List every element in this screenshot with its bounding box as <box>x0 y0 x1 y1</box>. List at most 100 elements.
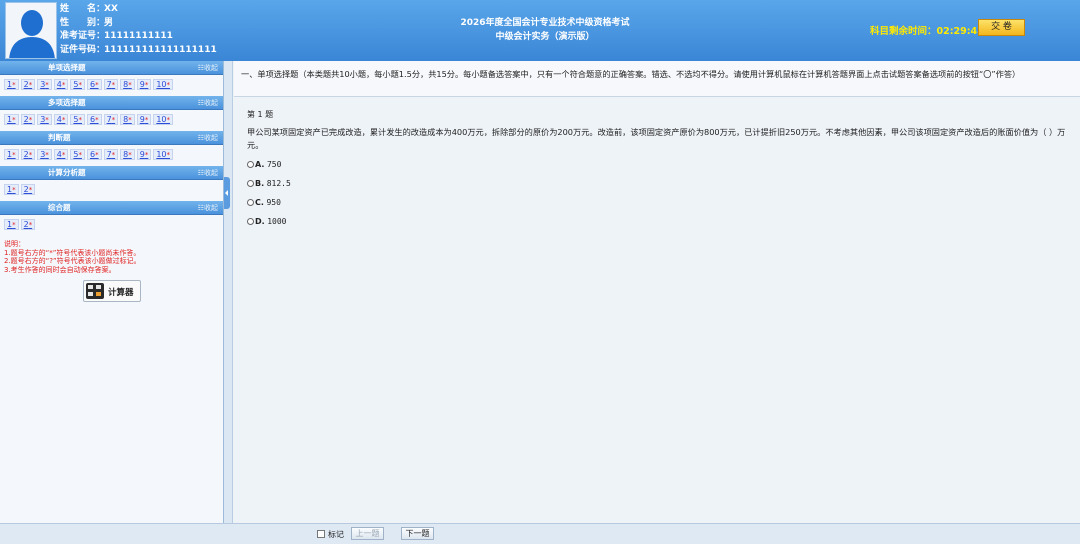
exam-title: 2026年度全国会计专业技术中级资格考试 中级会计实务（演示版） <box>380 16 710 44</box>
question-link[interactable]: 6* <box>86 79 102 90</box>
unanswered-mark: * <box>166 151 171 159</box>
user-silhouette-icon <box>6 3 56 58</box>
collapse-section-button[interactable]: ☷收起 <box>198 96 218 110</box>
answer-option[interactable]: B. 812.5 <box>247 178 1080 190</box>
answer-option[interactable]: A. 750 <box>247 159 1080 171</box>
option-letter: C. <box>255 198 264 207</box>
question-number: 第 1 题 <box>247 110 274 119</box>
notes-title: 说明： <box>4 240 25 248</box>
candidate-info: 姓 名：XX 性 别：男 准考证号：11111111111 证件号码：11111… <box>60 3 217 57</box>
collapse-section-button[interactable]: ☷收起 <box>198 166 218 180</box>
question-link[interactable]: 1* <box>4 219 19 230</box>
calculator-button[interactable]: 计算器 <box>83 280 141 302</box>
question-link[interactable]: 1* <box>4 114 19 125</box>
panel-splitter[interactable] <box>224 61 233 523</box>
question-link[interactable]: 2* <box>20 219 36 230</box>
option-radio[interactable] <box>247 161 254 168</box>
option-radio[interactable] <box>247 199 254 206</box>
question-link[interactable]: 1* <box>4 149 19 160</box>
question-link[interactable]: 1* <box>4 79 19 90</box>
question-link[interactable]: 9* <box>136 114 152 125</box>
question-link[interactable]: 2* <box>20 149 36 160</box>
section-title: 判断题 <box>48 133 71 142</box>
question-link[interactable]: 10* <box>153 114 174 125</box>
unanswered-mark: * <box>28 186 33 194</box>
question-link[interactable]: 4* <box>53 79 69 90</box>
unanswered-mark: * <box>78 81 82 89</box>
gender-value: 男 <box>104 17 114 28</box>
id-value: 111111111111111111 <box>104 44 217 55</box>
question-link[interactable]: 10* <box>153 79 174 90</box>
question-link[interactable]: 7* <box>103 149 119 160</box>
question-link[interactable]: 2* <box>20 114 36 125</box>
header-bar: 姓 名：XX 性 别：男 准考证号：11111111111 证件号码：11111… <box>0 0 1080 61</box>
question-link[interactable]: 5* <box>70 79 85 90</box>
collapse-section-button[interactable]: ☷收起 <box>198 131 218 145</box>
note-line: 2.题号右方的“?”符号代表该小题做过标记。 <box>4 257 141 265</box>
question-link[interactable]: 5* <box>70 149 85 160</box>
question-link-number: 10 <box>156 115 167 124</box>
answer-option[interactable]: D. 1000 <box>247 216 1080 228</box>
candidate-name-row: 姓 名：XX <box>60 3 217 17</box>
question-link[interactable]: 2* <box>20 184 36 195</box>
question-link[interactable]: 4* <box>53 114 69 125</box>
section-instructions: 一、单项选择题（本类题共10小题，每小题1.5分，共15分。每小题备选答案中，只… <box>234 61 1080 97</box>
question-link[interactable]: 10* <box>153 149 174 160</box>
unanswered-mark: * <box>12 116 16 124</box>
unanswered-mark: * <box>28 151 33 159</box>
unanswered-mark: * <box>144 81 149 89</box>
question-panel: 一、单项选择题（本类题共10小题，每小题1.5分，共15分。每小题备选答案中，只… <box>234 61 1080 523</box>
option-value: 950 <box>266 198 281 207</box>
id-label: 证件号码： <box>60 44 106 55</box>
question-link[interactable]: 8* <box>120 79 135 90</box>
section-title: 多项选择题 <box>48 98 86 107</box>
name-label: 姓 名： <box>60 4 106 14</box>
collapse-section-button[interactable]: ☷收起 <box>198 201 218 215</box>
question-stem: 甲公司某项固定资产已完成改造，累计发生的改造成本为400万元，拆除部分的原价为2… <box>247 127 1066 150</box>
question-number-list: 1* 2* <box>0 215 223 236</box>
unanswered-mark: * <box>95 151 99 159</box>
collapse-section-button[interactable]: ☷收起 <box>198 61 218 75</box>
option-letter: B. <box>255 179 265 188</box>
question-link[interactable]: 7* <box>103 79 119 90</box>
option-value: 812.5 <box>266 179 291 188</box>
unanswered-mark: * <box>45 81 49 89</box>
question-link[interactable]: 3* <box>37 79 52 90</box>
unanswered-mark: * <box>61 116 66 124</box>
question-link[interactable]: 3* <box>37 114 52 125</box>
next-question-button[interactable]: 下一题 <box>401 527 434 540</box>
collapse-panel-toggle[interactable] <box>224 177 230 209</box>
question-link[interactable]: 6* <box>86 149 102 160</box>
admission-value: 11111111111 <box>104 31 173 41</box>
option-letter: D. <box>255 217 265 226</box>
question-link[interactable]: 2* <box>20 79 36 90</box>
calculator-label: 计算器 <box>108 288 134 298</box>
question-link[interactable]: 3* <box>37 149 52 160</box>
answer-option[interactable]: C. 950 <box>247 197 1080 209</box>
option-radio[interactable] <box>247 180 254 187</box>
unanswered-mark: * <box>128 151 132 159</box>
section-title: 单项选择题 <box>48 63 86 72</box>
question-link[interactable]: 7* <box>103 114 119 125</box>
unanswered-mark: * <box>12 221 16 229</box>
candidate-admission-row: 准考证号：11111111111 <box>60 30 217 44</box>
question-link[interactable]: 9* <box>136 79 152 90</box>
question-link[interactable]: 1* <box>4 184 19 195</box>
unanswered-mark: * <box>166 81 171 89</box>
question-link[interactable]: 4* <box>53 149 69 160</box>
unanswered-mark: * <box>144 151 149 159</box>
unanswered-mark: * <box>28 221 33 229</box>
question-link[interactable]: 9* <box>136 149 152 160</box>
question-navigator: 单项选择题 ☷收起 1* 2* 3* 4* 5* 6* 7* 8* 9* 10* 多项选择题 ☷收起 1* 2… <box>0 61 224 523</box>
option-radio[interactable] <box>247 218 254 225</box>
section-header: 多项选择题 ☷收起 <box>0 96 223 110</box>
mark-checkbox[interactable] <box>317 530 325 538</box>
question-link[interactable]: 5* <box>70 114 85 125</box>
question-link[interactable]: 8* <box>120 114 135 125</box>
question-link[interactable]: 6* <box>86 114 102 125</box>
submit-exam-button[interactable]: 交 卷 <box>978 19 1025 36</box>
unanswered-mark: * <box>78 151 82 159</box>
question-link[interactable]: 8* <box>120 149 135 160</box>
section-title: 综合题 <box>48 203 71 212</box>
previous-question-button[interactable]: 上一题 <box>351 527 384 540</box>
